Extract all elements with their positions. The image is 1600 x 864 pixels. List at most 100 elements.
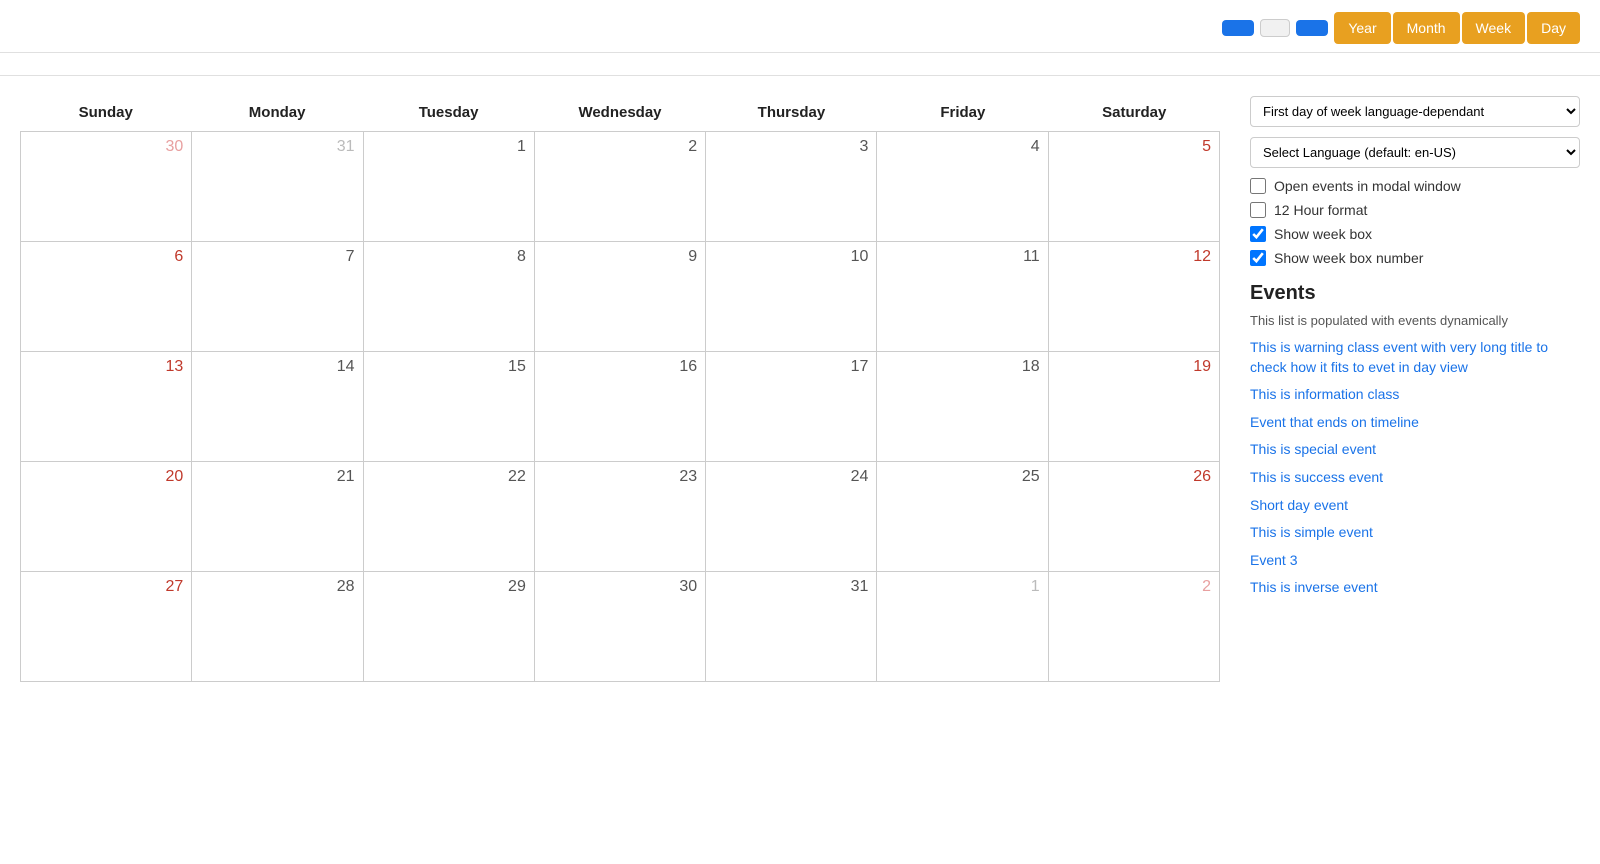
page-header: Year Month Week Day — [0, 0, 1600, 53]
calendar-cell[interactable]: 31 — [192, 132, 363, 242]
cell-date-number: 1 — [372, 138, 526, 156]
calendar-cell[interactable]: 7 — [192, 242, 363, 352]
checkbox-12hour-label[interactable]: 12 Hour format — [1274, 202, 1367, 218]
day-header-tuesday: Tuesday — [363, 96, 534, 131]
cell-date-number: 16 — [543, 358, 697, 376]
cell-date-number: 19 — [1057, 358, 1211, 376]
calendar-header-row: Sunday Monday Tuesday Wednesday Thursday… — [20, 96, 1220, 131]
calendar-cell[interactable]: 26 — [1049, 462, 1220, 572]
calendar-cell[interactable]: 21 — [192, 462, 363, 572]
day-header-sunday: Sunday — [20, 96, 191, 131]
checkbox-modal[interactable] — [1250, 178, 1266, 194]
cell-date-number: 14 — [200, 358, 354, 376]
event-list-item[interactable]: Event 3 — [1250, 551, 1580, 571]
calendar-cell[interactable]: 23 — [535, 462, 706, 572]
next-button[interactable] — [1296, 20, 1328, 36]
cell-date-number: 3 — [714, 138, 868, 156]
calendar-grid: 3031123456789101112131415161718192021222… — [20, 131, 1220, 682]
calendar-cell[interactable]: 14 — [192, 352, 363, 462]
checkbox-weekbox[interactable] — [1250, 226, 1266, 242]
calendar-cell[interactable]: 10 — [706, 242, 877, 352]
event-list-item[interactable]: Event that ends on timeline — [1250, 413, 1580, 433]
calendar-cell[interactable]: 15 — [364, 352, 535, 462]
checkbox-modal-label[interactable]: Open events in modal window — [1274, 178, 1461, 194]
prev-button[interactable] — [1222, 20, 1254, 36]
calendar-cell[interactable]: 8 — [364, 242, 535, 352]
events-section: Events This list is populated with event… — [1250, 282, 1580, 598]
today-button[interactable] — [1260, 19, 1290, 37]
checkbox-weekbox-label[interactable]: Show week box — [1274, 226, 1372, 242]
cell-date-number: 6 — [29, 248, 183, 266]
calendar-cell[interactable]: 3 — [706, 132, 877, 242]
event-list-item[interactable]: This is information class — [1250, 385, 1580, 405]
calendar-cell[interactable]: 1 — [364, 132, 535, 242]
calendar-cell[interactable]: 25 — [877, 462, 1048, 572]
calendar-cell[interactable]: 30 — [535, 572, 706, 682]
cell-date-number: 30 — [29, 138, 183, 156]
checkbox-weekboxnumber-label[interactable]: Show week box number — [1274, 250, 1423, 266]
calendar-section: Sunday Monday Tuesday Wednesday Thursday… — [20, 96, 1220, 682]
calendar-cell[interactable]: 31 — [706, 572, 877, 682]
event-list-item[interactable]: This is success event — [1250, 468, 1580, 488]
header-controls: Year Month Week Day — [1222, 12, 1580, 44]
calendar-cell[interactable]: 1 — [877, 572, 1048, 682]
view-toggle-group: Year Month Week Day — [1334, 12, 1580, 44]
event-list-item[interactable]: This is special event — [1250, 440, 1580, 460]
cell-date-number: 15 — [372, 358, 526, 376]
calendar-cell[interactable]: 19 — [1049, 352, 1220, 462]
calendar-cell[interactable]: 20 — [21, 462, 192, 572]
calendar-cell[interactable]: 28 — [192, 572, 363, 682]
calendar-cell[interactable]: 16 — [535, 352, 706, 462]
calendar-cell[interactable]: 22 — [364, 462, 535, 572]
calendar-cell[interactable]: 6 — [21, 242, 192, 352]
calendar-cell[interactable]: 9 — [535, 242, 706, 352]
calendar-cell[interactable]: 29 — [364, 572, 535, 682]
calendar-cell[interactable]: 2 — [1049, 572, 1220, 682]
events-list: This is warning class event with very lo… — [1250, 338, 1580, 598]
language-select[interactable]: Select Language (default: en-US) en-US f… — [1250, 137, 1580, 168]
event-list-item[interactable]: Short day event — [1250, 496, 1580, 516]
event-list-item[interactable]: This is warning class event with very lo… — [1250, 338, 1580, 377]
main-layout: Sunday Monday Tuesday Wednesday Thursday… — [0, 76, 1600, 702]
cell-date-number: 24 — [714, 468, 868, 486]
calendar-cell[interactable]: 4 — [877, 132, 1048, 242]
calendar-cell[interactable]: 12 — [1049, 242, 1220, 352]
calendar-cell[interactable]: 2 — [535, 132, 706, 242]
calendar-week-3: 20 21 2223 24 25 26 — [21, 462, 1220, 572]
cell-date-number: 27 — [29, 578, 183, 596]
calendar-cell[interactable]: 17 — [706, 352, 877, 462]
cell-date-number: 5 — [1057, 138, 1211, 156]
event-list-item[interactable]: This is inverse event — [1250, 578, 1580, 598]
calendar-cell[interactable]: 13 — [21, 352, 192, 462]
calendar-week-0: 30 31 12345 — [21, 132, 1220, 242]
calendar-cell[interactable]: 27 — [21, 572, 192, 682]
calendar-cell[interactable]: 5 — [1049, 132, 1220, 242]
calendar-cell[interactable]: 24 — [706, 462, 877, 572]
first-day-select[interactable]: First day of week language-dependant Sun… — [1250, 96, 1580, 127]
view-week-button[interactable]: Week — [1462, 12, 1526, 44]
cell-date-number: 13 — [29, 358, 183, 376]
cell-date-number: 12 — [1057, 248, 1211, 266]
checkbox-12hour[interactable] — [1250, 202, 1266, 218]
calendar-cell[interactable]: 18 — [877, 352, 1048, 462]
day-header-monday: Monday — [191, 96, 362, 131]
cell-date-number: 21 — [200, 468, 354, 486]
view-day-button[interactable]: Day — [1527, 12, 1580, 44]
cell-date-number: 28 — [200, 578, 354, 596]
events-title: Events — [1250, 282, 1580, 305]
checkbox-weekboxnumber[interactable] — [1250, 250, 1266, 266]
calendar-week-2: 13 14 15 16 17 18 19 — [21, 352, 1220, 462]
calendar-cell[interactable]: 30 — [21, 132, 192, 242]
calendar-cell[interactable]: 11 — [877, 242, 1048, 352]
cell-date-number: 25 — [885, 468, 1039, 486]
view-year-button[interactable]: Year — [1334, 12, 1390, 44]
cell-date-number: 17 — [714, 358, 868, 376]
checkbox-weekboxnumber-row: Show week box number — [1250, 250, 1580, 266]
checkbox-weekbox-row: Show week box — [1250, 226, 1580, 242]
cell-date-number: 29 — [372, 578, 526, 596]
checkbox-12hour-row: 12 Hour format — [1250, 202, 1580, 218]
cell-date-number: 2 — [543, 138, 697, 156]
cell-date-number: 4 — [885, 138, 1039, 156]
event-list-item[interactable]: This is simple event — [1250, 523, 1580, 543]
view-month-button[interactable]: Month — [1393, 12, 1460, 44]
